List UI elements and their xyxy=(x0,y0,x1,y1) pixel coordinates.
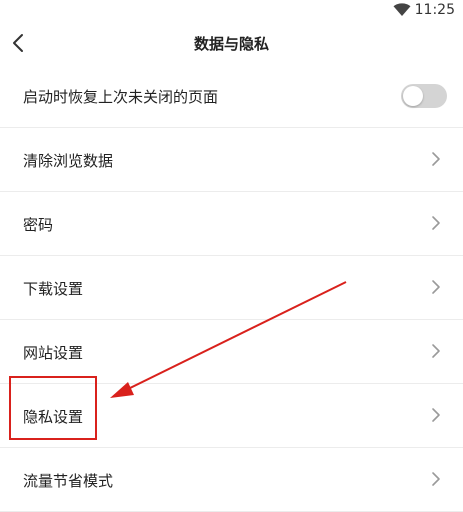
status-bar: 11:25 xyxy=(0,0,463,22)
setting-data-saver[interactable]: 流量节省模式 xyxy=(0,448,463,512)
setting-privacy[interactable]: 隐私设置 xyxy=(0,384,463,448)
setting-clear-browsing-data[interactable]: 清除浏览数据 xyxy=(0,128,463,192)
chevron-right-icon xyxy=(432,344,440,358)
chevron-right-icon xyxy=(432,216,440,230)
page-title: 数据与隐私 xyxy=(193,35,269,53)
chevron-right-icon xyxy=(432,408,440,422)
chevron-right-icon xyxy=(432,152,440,166)
setting-site-settings[interactable]: 网站设置 xyxy=(0,320,463,384)
chevron-right-icon xyxy=(432,280,440,294)
setting-label: 流量节省模式 xyxy=(23,472,114,490)
setting-label: 密码 xyxy=(23,216,54,234)
setting-restore-pages: 启动时恢复上次未关闭的页面 xyxy=(0,64,463,128)
settings-list: 启动时恢复上次未关闭的页面 清除浏览数据 密码 下载设置 网站设置 隐私设置 流… xyxy=(0,64,463,512)
restore-pages-toggle[interactable] xyxy=(401,84,447,108)
setting-passwords[interactable]: 密码 xyxy=(0,192,463,256)
setting-download[interactable]: 下载设置 xyxy=(0,256,463,320)
title-bar: 数据与隐私 xyxy=(0,22,463,64)
status-time: 11:25 xyxy=(414,2,455,18)
setting-label: 下载设置 xyxy=(23,280,84,298)
setting-label: 清除浏览数据 xyxy=(23,152,114,170)
chevron-right-icon xyxy=(432,472,440,486)
setting-label: 网站设置 xyxy=(23,344,84,362)
toggle-knob xyxy=(403,86,423,106)
setting-label: 启动时恢复上次未关闭的页面 xyxy=(23,88,219,106)
wifi-icon xyxy=(393,3,411,16)
setting-label: 隐私设置 xyxy=(23,408,84,426)
